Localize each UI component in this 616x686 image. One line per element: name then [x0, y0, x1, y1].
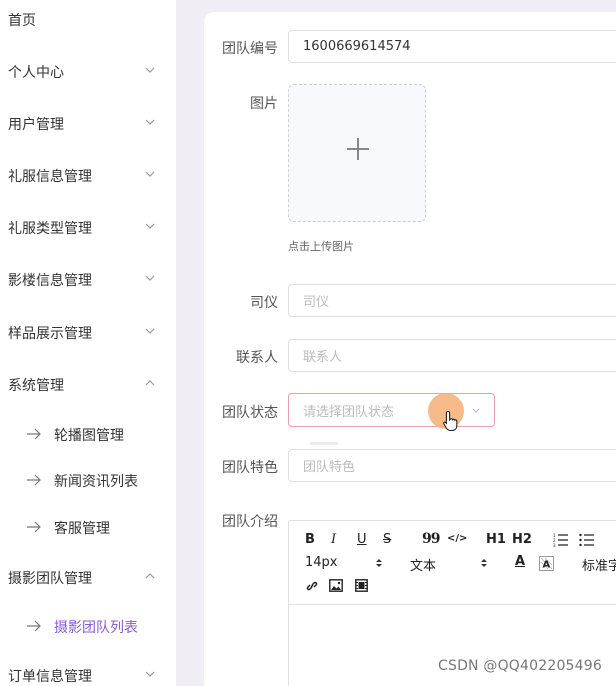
strike-button[interactable]: S — [383, 532, 391, 547]
italic-button[interactable]: I — [331, 532, 336, 547]
sidebar-item-label: 礼服类型管理 — [8, 221, 92, 237]
chevron-up-icon — [145, 380, 155, 386]
chevron-up-icon — [145, 573, 155, 579]
chevron-down-icon — [145, 119, 155, 125]
sidebar-item-label: 摄影团队管理 — [8, 571, 92, 587]
text-color-button[interactable]: A — [515, 554, 525, 569]
bullet-list-icon[interactable] — [579, 533, 595, 547]
host-label: 司仪 — [250, 295, 278, 311]
sidebar-subitem-service[interactable]: 客服管理 — [0, 507, 176, 547]
sidebar: 首页 个人中心 用户管理 礼服信息管理 礼服类型管理 影楼信息管理 样品展示管理… — [0, 0, 176, 686]
watermark: CSDN @QQ402205496 — [438, 658, 602, 674]
image-label: 图片 — [250, 96, 278, 112]
underline-button[interactable]: U — [357, 532, 367, 547]
team-no-value: 1600669614574 — [303, 39, 411, 54]
contact-label: 联系人 — [236, 350, 278, 366]
team-no-label: 团队编号 — [222, 41, 278, 57]
host-placeholder: 司仪 — [303, 295, 330, 310]
sidebar-item-samples[interactable]: 样品展示管理 — [0, 313, 176, 353]
arrow-right-icon — [27, 620, 41, 632]
background-color-icon[interactable]: A — [539, 556, 554, 571]
font-size-select[interactable]: 14px — [305, 555, 338, 570]
sidebar-item-label: 个人中心 — [8, 65, 64, 81]
chevron-down-icon — [145, 171, 155, 177]
text-style-select[interactable]: 文本 — [410, 555, 436, 574]
sidebar-subitem-label: 客服管理 — [54, 521, 110, 537]
sidebar-subitem-label: 轮播图管理 — [54, 428, 124, 444]
sidebar-subitem-carousel[interactable]: 轮播图管理 — [0, 414, 176, 454]
feature-label: 团队特色 — [222, 460, 278, 476]
sidebar-item-label: 样品展示管理 — [8, 326, 92, 342]
sidebar-subitem-label: 摄影团队列表 — [54, 620, 138, 636]
chevron-down-icon — [145, 223, 155, 229]
sidebar-item-personal-center[interactable]: 个人中心 — [0, 52, 176, 92]
image-icon[interactable] — [329, 579, 343, 592]
code-button[interactable]: </> — [447, 533, 467, 544]
team-no-input[interactable]: 1600669614574 — [288, 30, 616, 63]
host-input[interactable]: 司仪 — [288, 284, 616, 317]
sidebar-subitem-news[interactable]: 新闻资讯列表 — [0, 460, 176, 500]
chevron-down-icon — [145, 328, 155, 334]
editor-toolbar: B I U S 99 </> H1 H2 123 14px 文本 A A 标准字 — [289, 521, 616, 605]
sidebar-item-label: 订单信息管理 — [8, 669, 92, 685]
upload-tip: 点击上传图片 — [288, 240, 354, 253]
sidebar-item-home[interactable]: 首页 — [0, 0, 176, 40]
select-arrows-icon — [481, 559, 487, 567]
sidebar-item-label: 用户管理 — [8, 117, 64, 133]
feature-placeholder: 团队特色 — [303, 460, 356, 475]
sidebar-item-dress-info[interactable]: 礼服信息管理 — [0, 156, 176, 196]
chevron-down-icon — [145, 67, 155, 73]
status-label: 团队状态 — [222, 405, 278, 421]
h1-button[interactable]: H1 — [486, 532, 506, 547]
sidebar-subitem-label: 新闻资讯列表 — [54, 474, 138, 490]
h2-button[interactable]: H2 — [512, 532, 532, 547]
arrow-right-icon — [27, 521, 41, 533]
link-icon[interactable] — [305, 579, 319, 593]
font-family-select[interactable]: 标准字 — [582, 555, 616, 574]
sidebar-item-users[interactable]: 用户管理 — [0, 104, 176, 144]
sidebar-item-system[interactable]: 系统管理 — [0, 365, 176, 405]
sidebar-item-label: 礼服信息管理 — [8, 169, 92, 185]
intro-label: 团队介绍 — [222, 514, 278, 530]
sidebar-item-label: 首页 — [8, 13, 36, 29]
quote-button[interactable]: 99 — [422, 531, 441, 547]
arrow-right-icon — [27, 428, 41, 440]
contact-input[interactable]: 联系人 — [288, 339, 616, 372]
sidebar-item-photo-team[interactable]: 摄影团队管理 — [0, 558, 176, 598]
chevron-down-icon — [145, 275, 155, 281]
sidebar-item-label: 系统管理 — [8, 378, 64, 394]
chevron-down-icon — [472, 408, 480, 413]
svg-text:3: 3 — [553, 543, 556, 547]
svg-text:A: A — [543, 560, 551, 571]
contact-placeholder: 联系人 — [303, 350, 343, 365]
arrow-right-icon — [27, 474, 41, 486]
sidebar-item-label: 影楼信息管理 — [8, 273, 92, 289]
status-placeholder: 请选择团队状态 — [303, 404, 395, 420]
sidebar-item-orders[interactable]: 订单信息管理 — [0, 656, 176, 686]
ordered-list-icon[interactable]: 123 — [553, 533, 569, 547]
hand-cursor-icon — [443, 410, 458, 432]
select-arrows-icon — [376, 559, 382, 567]
video-icon[interactable] — [355, 579, 368, 592]
sidebar-item-studio-info[interactable]: 影楼信息管理 — [0, 260, 176, 300]
bold-button[interactable]: B — [305, 532, 315, 547]
feature-input[interactable]: 团队特色 — [288, 449, 616, 482]
image-upload[interactable] — [288, 84, 426, 222]
sidebar-item-dress-type[interactable]: 礼服类型管理 — [0, 208, 176, 248]
chevron-down-icon — [145, 671, 155, 677]
sidebar-subitem-team-list[interactable]: 摄影团队列表 — [0, 606, 176, 646]
